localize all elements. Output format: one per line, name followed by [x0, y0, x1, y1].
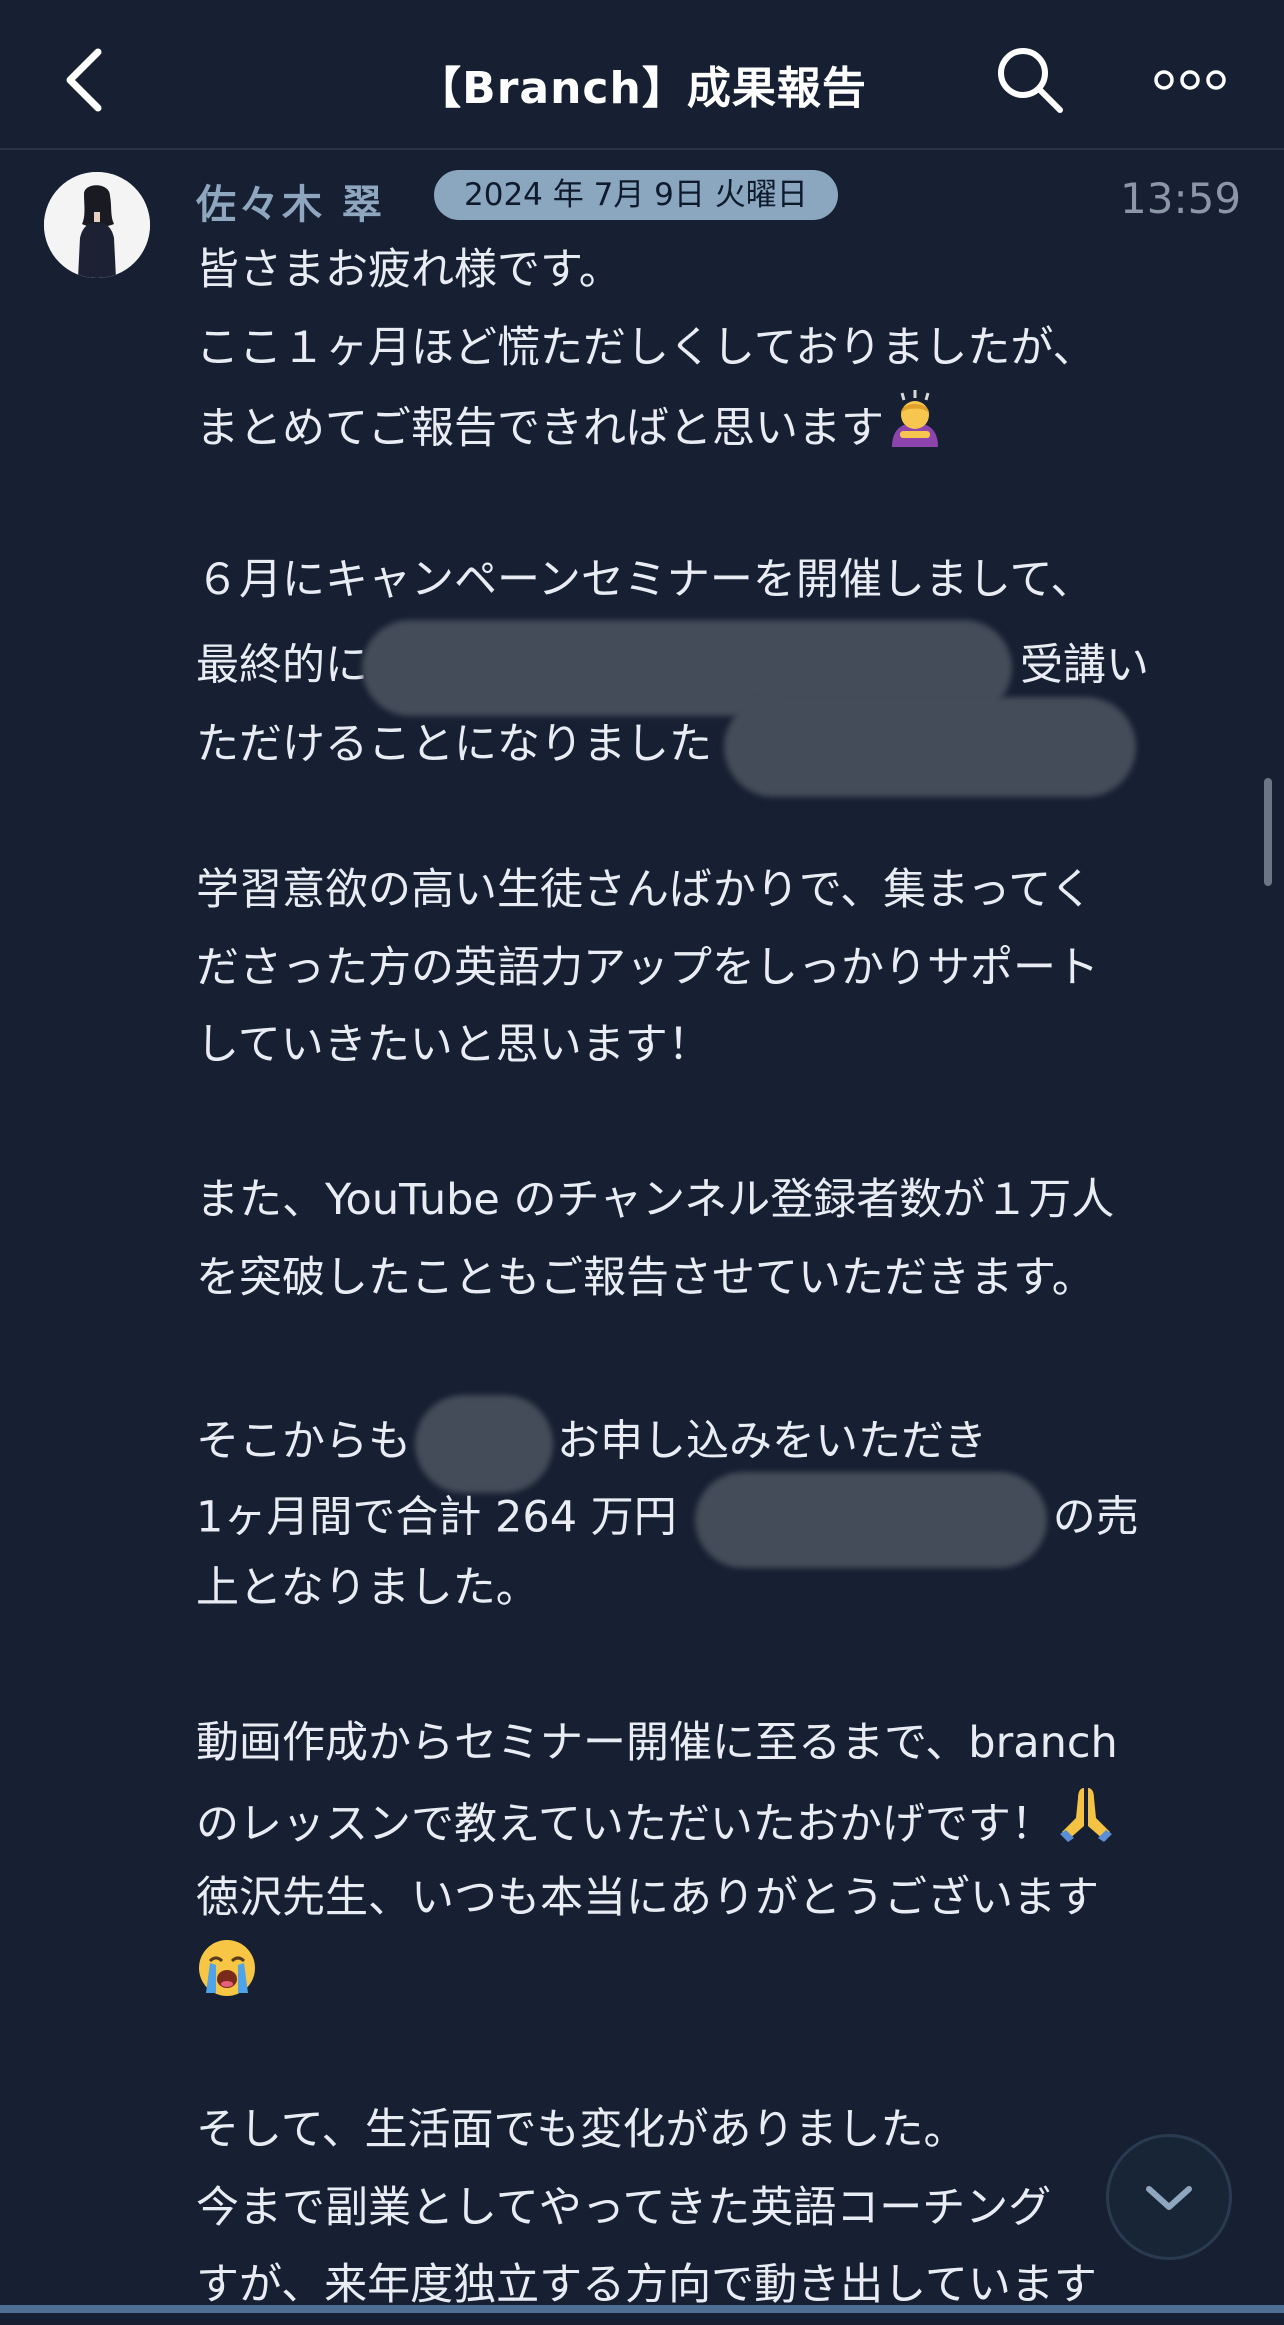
- message-line-text: の売: [1052, 1492, 1139, 1543]
- search-button[interactable]: [990, 40, 1070, 120]
- message-line: 今まで副業としてやってきた英語コーチング: [196, 2182, 1052, 2233]
- message-line: のレッスンで教えていただいたおかげです！: [196, 1782, 1256, 1860]
- folded-hands-emoji: [1054, 1782, 1118, 1872]
- avatar-image: [44, 172, 150, 278]
- avatar[interactable]: [44, 172, 150, 278]
- message-line: 徳沢先生、いつも本当にありがとうございます: [196, 1872, 1099, 1923]
- scroll-to-bottom-button[interactable]: [1106, 2134, 1232, 2260]
- message-line: [196, 1937, 1256, 2015]
- message-line-text: ただけることになりました: [196, 719, 712, 770]
- message-line: また、YouTube のチャンネル登録者数が１万人: [196, 1175, 1115, 1225]
- scrollbar-thumb[interactable]: [1264, 778, 1272, 886]
- message-line: を突破したこともご報告させていただきます。: [196, 1252, 1095, 1303]
- chevron-left-icon: [66, 48, 102, 112]
- message-time: 13:59: [1120, 174, 1242, 223]
- date-badge: 2024 年 7月 9日 火曜日: [434, 170, 838, 220]
- back-button[interactable]: [40, 30, 140, 130]
- chat-message: 佐々木 翠 2024 年 7月 9日 火曜日 13:59 皆さまお疲れ様です。 …: [0, 150, 1284, 2313]
- bottom-edge-bar: [0, 2305, 1284, 2313]
- message-line: 最終的に 受講い: [196, 619, 1256, 716]
- message-line: 皆さまお疲れ様です。: [196, 245, 622, 295]
- message-line: ださった方の英語力アップをしっかりサポート: [196, 942, 1099, 993]
- message-line: まとめてご報告できればと思います: [196, 387, 1256, 465]
- message-line: そこからも お申し込みをいただき: [196, 1394, 1256, 1493]
- message-line-text: 受講い: [1020, 640, 1149, 690]
- top-nav-bar: 【Branch】成果報告: [0, 0, 1284, 150]
- message-line-text: まとめてご報告できればと思います: [196, 403, 884, 454]
- message-line: 学習意欲の高い生徒さんばかりで、集まってく: [196, 865, 1093, 915]
- message-line: ただけることになりました: [196, 697, 1256, 797]
- message-line-text: のレッスンで教えていただいたおかげです！: [196, 1799, 1054, 1850]
- more-options-button[interactable]: [1150, 50, 1230, 110]
- loudly-crying-emoji: [196, 1937, 258, 2025]
- message-line: ６月にキャンペーンセミナーを開催しまして、: [196, 555, 1094, 605]
- message-line-text: そこからも: [196, 1416, 411, 1466]
- message-line: ここ１ヶ月ほど慌ただしくしておりましたが、: [196, 322, 1096, 373]
- message-body: 皆さまお疲れ様です。 ここ１ヶ月ほど慌ただしくしておりましたが、 まとめてご報告…: [196, 232, 1256, 2325]
- person-bowing-emoji: [884, 387, 946, 475]
- message-line: 1ヶ月間で合計 264 万円 の売: [196, 1472, 1256, 1568]
- message-line: していきたいと思います！: [196, 1020, 711, 1070]
- chat-title: 【Branch】成果報告: [417, 63, 867, 114]
- search-icon: [998, 48, 1063, 113]
- message-line-text: 1ヶ月間で合計 264 万円: [196, 1492, 677, 1543]
- message-line: 動画作成からセミナー開催に至るまで、branch: [196, 1717, 1118, 1768]
- chevron-down-icon: [1146, 2186, 1192, 2210]
- message-line: そして、生活面でも変化がありました。: [196, 2105, 967, 2155]
- sender-name[interactable]: 佐々木 翠: [196, 172, 385, 230]
- message-line-text: お申し込みをいただき: [557, 1416, 987, 1466]
- message-line: 上となりました。: [196, 1562, 539, 1613]
- message-line-text: 最終的に: [196, 640, 368, 690]
- more-horizontal-icon: [1154, 70, 1226, 90]
